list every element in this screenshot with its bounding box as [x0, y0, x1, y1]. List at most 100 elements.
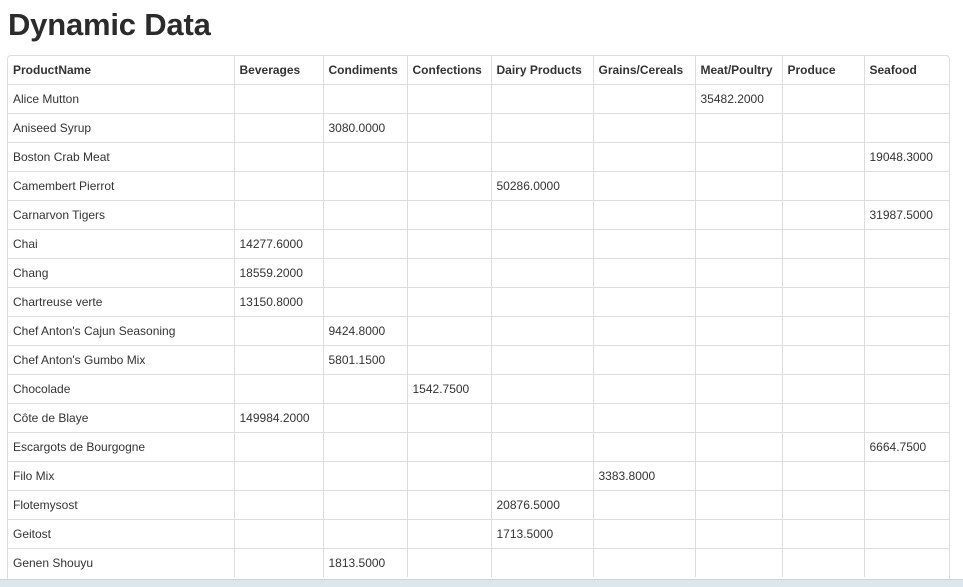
table-row[interactable]: Chef Anton's Gumbo Mix 5801.1500 [8, 345, 949, 375]
table-row[interactable]: Chai 14277.6000 [8, 229, 949, 259]
table-row[interactable]: Flotemysost 20876.5000 [8, 490, 949, 520]
table-cell [592, 229, 695, 259]
table-cell: 9424.8000 [322, 316, 407, 346]
table-cell [694, 345, 782, 375]
column-header-confections[interactable]: Confections [406, 56, 491, 85]
table-cell [694, 403, 782, 433]
table-cell [406, 490, 491, 520]
table-cell: 19048.3000 [863, 142, 949, 172]
table-row[interactable]: Aniseed Syrup 3080.0000 [8, 113, 949, 143]
table-cell [781, 461, 864, 491]
table-row[interactable]: Filo Mix 3383.8000 [8, 461, 949, 491]
table-cell: 3383.8000 [592, 461, 695, 491]
table-cell [490, 374, 593, 404]
table-cell [781, 142, 864, 172]
table-cell [592, 287, 695, 317]
table-cell [406, 403, 491, 433]
table-row[interactable]: Alice Mutton 35482.2000 [8, 84, 949, 114]
table-cell [592, 113, 695, 143]
product-name-cell: Chai [8, 229, 234, 259]
table-cell [592, 258, 695, 288]
table-row[interactable]: Chartreuse verte 13150.8000 [8, 287, 949, 317]
product-name-cell: Geitost [8, 519, 234, 549]
table-cell [322, 287, 407, 317]
table-cell [781, 403, 864, 433]
table-cell [694, 316, 782, 346]
table-row[interactable]: Escargots de Bourgogne 6664.7500 [8, 432, 949, 462]
data-table-container[interactable]: ProductName Beverages Condiments Confect… [7, 55, 950, 587]
table-cell [592, 171, 695, 201]
table-cell [322, 200, 407, 230]
column-header-meat-poultry[interactable]: Meat/Poultry [694, 56, 782, 85]
table-cell [863, 345, 949, 375]
table-row[interactable]: Boston Crab Meat 19048.3000 [8, 142, 949, 172]
table-cell [694, 142, 782, 172]
column-header-beverages[interactable]: Beverages [233, 56, 323, 85]
table-row[interactable]: Genen Shouyu 1813.5000 [8, 548, 949, 577]
page: Dynamic Data ProductName Beverages Condi… [0, 0, 963, 587]
table-cell: 1713.5000 [490, 519, 593, 549]
table-cell [694, 229, 782, 259]
table-cell [406, 316, 491, 346]
table-cell [322, 519, 407, 549]
table-cell [322, 229, 407, 259]
table-row[interactable]: Geitost 1713.5000 [8, 519, 949, 549]
table-cell [694, 461, 782, 491]
product-name-cell: Camembert Pierrot [8, 171, 234, 201]
product-name-cell: Carnarvon Tigers [8, 200, 234, 230]
table-row[interactable]: Chef Anton's Cajun Seasoning 9424.8000 [8, 316, 949, 346]
column-header-produce[interactable]: Produce [781, 56, 864, 85]
table-cell [694, 113, 782, 143]
table-row[interactable]: Camembert Pierrot 50286.0000 [8, 171, 949, 201]
table-body: Alice Mutton 35482.2000 Aniseed Syrup 3080.… [8, 84, 949, 577]
product-name-cell: Alice Mutton [8, 84, 234, 114]
table-cell [863, 113, 949, 143]
table-cell [863, 548, 949, 577]
column-header-condiments[interactable]: Condiments [322, 56, 407, 85]
table-cell [694, 287, 782, 317]
table-cell [781, 113, 864, 143]
column-header-dairy-products[interactable]: Dairy Products [490, 56, 593, 85]
table-cell [490, 461, 593, 491]
table-cell [592, 432, 695, 462]
table-cell: 1542.7500 [406, 374, 491, 404]
table-cell [490, 258, 593, 288]
table-cell [592, 345, 695, 375]
table-cell [694, 258, 782, 288]
table-row[interactable]: Carnarvon Tigers 31987.5000 [8, 200, 949, 230]
table-cell [592, 316, 695, 346]
product-name-cell: Escargots de Bourgogne [8, 432, 234, 462]
table-cell [406, 200, 491, 230]
table-cell [781, 287, 864, 317]
column-header-productname[interactable]: ProductName [8, 56, 234, 85]
table-cell [592, 490, 695, 520]
table-cell [694, 548, 782, 577]
product-name-cell: Aniseed Syrup [8, 113, 234, 143]
horizontal-scrollbar[interactable] [0, 579, 963, 587]
table-cell [233, 345, 323, 375]
table-cell [694, 171, 782, 201]
table-cell [592, 142, 695, 172]
table-cell [233, 461, 323, 491]
table-row[interactable]: Côte de Blaye 149984.2000 [8, 403, 949, 433]
table-row[interactable]: Chocolade 1542.7500 [8, 374, 949, 404]
table-cell: 5801.1500 [322, 345, 407, 375]
table-cell [322, 142, 407, 172]
table-cell [863, 258, 949, 288]
table-cell [694, 374, 782, 404]
table-row[interactable]: Chang 18559.2000 [8, 258, 949, 288]
column-header-grains-cereals[interactable]: Grains/Cereals [592, 56, 695, 85]
table-cell: 3080.0000 [322, 113, 407, 143]
table-cell [781, 84, 864, 114]
product-name-cell: Genen Shouyu [8, 548, 234, 577]
product-name-cell: Chocolade [8, 374, 234, 404]
table-cell [233, 490, 323, 520]
table-cell [406, 142, 491, 172]
product-name-cell: Boston Crab Meat [8, 142, 234, 172]
column-header-seafood[interactable]: Seafood [863, 56, 949, 85]
table-cell [490, 142, 593, 172]
table-cell [694, 490, 782, 520]
table-cell [863, 374, 949, 404]
table-cell [406, 519, 491, 549]
table-cell [592, 200, 695, 230]
